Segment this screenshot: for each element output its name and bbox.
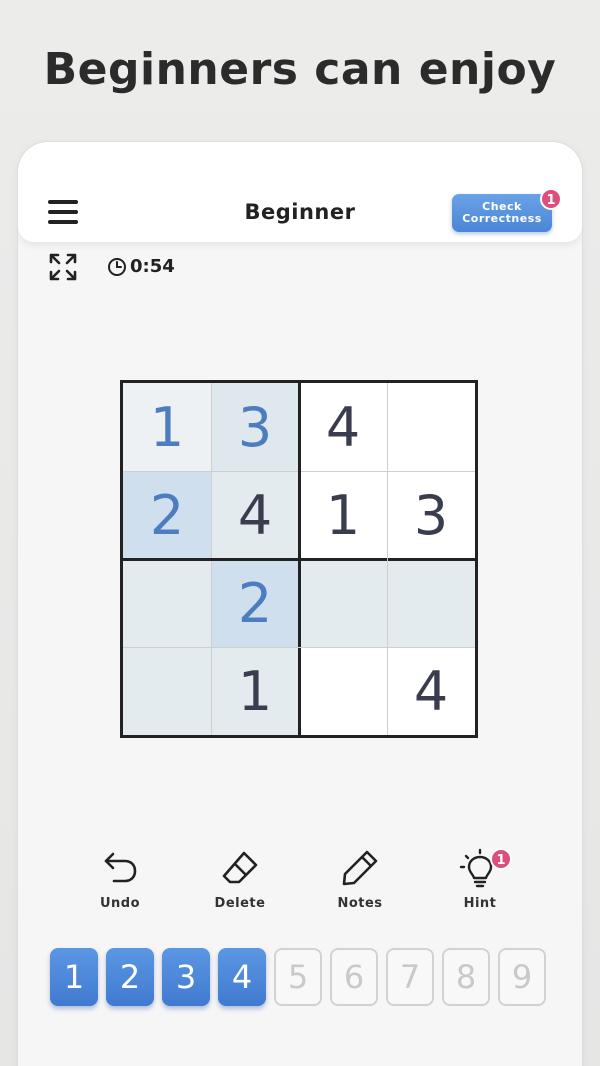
sudoku-cell[interactable]: [299, 559, 387, 647]
hint-count-badge: 1: [490, 848, 512, 870]
sudoku-cell[interactable]: [123, 559, 211, 647]
check-correctness-button[interactable]: Check Correctness: [452, 194, 552, 232]
elapsed-timer: 0:54: [130, 256, 175, 277]
number-key-1[interactable]: 1: [50, 948, 98, 1006]
sudoku-cell[interactable]: [299, 647, 387, 735]
pencil-icon: [342, 850, 378, 886]
check-count-badge: 1: [540, 188, 562, 210]
sudoku-cell[interactable]: 4: [387, 647, 475, 735]
delete-label: Delete: [214, 896, 266, 911]
number-key-6[interactable]: 6: [330, 948, 378, 1006]
sudoku-cell[interactable]: 3: [387, 471, 475, 559]
sudoku-cell[interactable]: 1: [211, 647, 299, 735]
number-key-2[interactable]: 2: [106, 948, 154, 1006]
eraser-icon: [222, 851, 258, 884]
sudoku-cell[interactable]: 3: [211, 383, 299, 471]
sudoku-cell[interactable]: 4: [211, 471, 299, 559]
number-pad: 123456789: [50, 948, 550, 1008]
notes-label: Notes: [337, 896, 383, 911]
undo-label: Undo: [99, 896, 141, 911]
phone-frame: Beginner Check Correctness 1 0:54 134241…: [18, 142, 582, 1066]
sudoku-cell[interactable]: [387, 383, 475, 471]
undo-button[interactable]: Undo: [70, 848, 170, 928]
tool-bar: Undo Delete Notes Hint 1: [18, 848, 582, 928]
sudoku-cell[interactable]: 2: [123, 471, 211, 559]
grid-line: [387, 383, 388, 735]
app-screenshot: Beginners can enjoy Beginner Check Corre…: [0, 0, 600, 1066]
undo-icon: [104, 852, 137, 883]
sudoku-cell[interactable]: 1: [299, 471, 387, 559]
number-key-9[interactable]: 9: [498, 948, 546, 1006]
check-button-line2: Correctness: [462, 212, 542, 225]
expand-icon[interactable]: [48, 252, 78, 282]
notes-button[interactable]: Notes: [310, 848, 410, 928]
number-key-7[interactable]: 7: [386, 948, 434, 1006]
grid-line: [123, 647, 475, 648]
sudoku-cell[interactable]: [387, 559, 475, 647]
grid-line: [123, 558, 475, 561]
clock-icon: [107, 257, 127, 277]
number-key-4[interactable]: 4: [218, 948, 266, 1006]
sudoku-cell[interactable]: 2: [211, 559, 299, 647]
promo-headline: Beginners can enjoy: [43, 44, 557, 95]
hint-label: Hint: [463, 896, 497, 911]
sudoku-cell[interactable]: 4: [299, 383, 387, 471]
top-bar: Beginner Check Correctness 1: [18, 142, 582, 242]
sudoku-board: 1342413214: [120, 380, 478, 738]
number-key-5[interactable]: 5: [274, 948, 322, 1006]
sudoku-cell[interactable]: 1: [123, 383, 211, 471]
number-key-8[interactable]: 8: [442, 948, 490, 1006]
sudoku-cell[interactable]: [123, 647, 211, 735]
delete-button[interactable]: Delete: [190, 848, 290, 928]
number-key-3[interactable]: 3: [162, 948, 210, 1006]
hint-button[interactable]: Hint 1: [430, 848, 530, 928]
